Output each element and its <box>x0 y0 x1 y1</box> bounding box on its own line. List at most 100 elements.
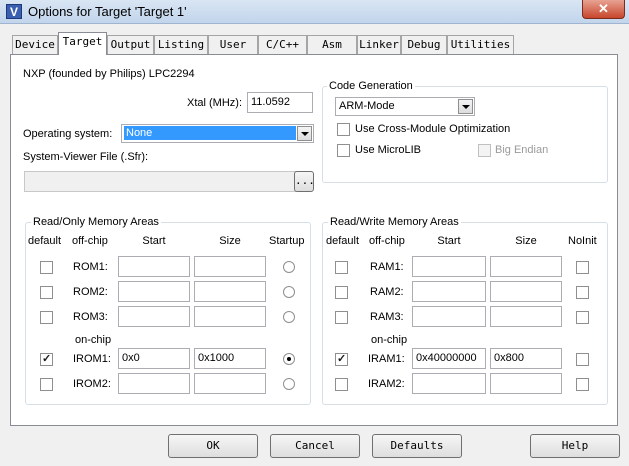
rom1-start-input[interactable] <box>118 256 190 277</box>
irom2-size-input[interactable] <box>194 373 266 394</box>
irom2-startup-radio[interactable] <box>283 378 295 390</box>
irom2-default-checkbox[interactable] <box>40 378 53 391</box>
tab-utilities[interactable]: Utilities <box>447 35 514 54</box>
big-endian-checkbox <box>478 144 491 157</box>
rom2-start-input[interactable] <box>118 281 190 302</box>
chevron-down-icon[interactable] <box>297 126 312 141</box>
rom-header-default: default <box>28 235 62 247</box>
ram3-label: RAM3: <box>370 311 404 323</box>
rom1-default-checkbox[interactable] <box>40 261 53 274</box>
sysviewer-input[interactable] <box>24 171 296 192</box>
ram1-default-checkbox[interactable] <box>335 261 348 274</box>
irom2-label: IROM2: <box>73 378 111 390</box>
target-panel: NXP (founded by Philips) LPC2294 Xtal (M… <box>10 54 618 426</box>
iram2-default-checkbox[interactable] <box>335 378 348 391</box>
rom2-default-checkbox[interactable] <box>40 286 53 299</box>
os-select-value: None <box>124 126 296 140</box>
rom-header-size: Size <box>219 235 241 247</box>
iram2-label: IRAM2: <box>368 378 405 390</box>
irom1-startup-radio[interactable] <box>283 353 295 365</box>
tab-listing[interactable]: Listing <box>154 35 208 54</box>
ram1-noinit-checkbox[interactable] <box>576 261 589 274</box>
irom1-size-input[interactable]: 0x1000 <box>194 348 266 369</box>
close-button[interactable]: ✕ <box>582 0 625 19</box>
tab-asm[interactable]: Asm <box>307 35 357 54</box>
os-label: Operating system: <box>23 128 113 140</box>
help-button[interactable]: Help <box>530 434 620 458</box>
iram2-start-input[interactable] <box>412 373 486 394</box>
iram1-label: IRAM1: <box>368 353 405 365</box>
cross-module-label[interactable]: Use Cross-Module Optimization <box>355 123 510 135</box>
rom3-start-input[interactable] <box>118 306 190 327</box>
ram-header-default: default <box>326 235 360 247</box>
cross-module-checkbox[interactable] <box>337 123 350 136</box>
code-generation-title: Code Generation <box>327 80 415 92</box>
iram1-start-input[interactable]: 0x40000000 <box>412 348 486 369</box>
ram-header-offchip: off-chip <box>369 235 405 247</box>
sysviewer-label: System-Viewer File (.Sfr): <box>23 151 149 163</box>
tab-device[interactable]: Device <box>12 35 58 54</box>
tab-target[interactable]: Target <box>58 32 107 55</box>
ram-header-start: Start <box>437 235 461 247</box>
ram3-noinit-checkbox[interactable] <box>576 311 589 324</box>
irom1-label: IROM1: <box>73 353 111 365</box>
microlib-checkbox[interactable] <box>337 144 350 157</box>
window-title: Options for Target 'Target 1' <box>28 4 187 19</box>
ram-onchip-label: on-chip <box>371 334 408 346</box>
ram-header-size: Size <box>515 235 537 247</box>
ram2-noinit-checkbox[interactable] <box>576 286 589 299</box>
iram1-default-checkbox[interactable] <box>335 352 348 366</box>
tab-cpp[interactable]: C/C++ <box>258 35 307 54</box>
os-select[interactable]: None <box>121 124 314 143</box>
ram2-size-input[interactable] <box>490 281 562 302</box>
defaults-button[interactable]: Defaults <box>372 434 462 458</box>
device-name: NXP (founded by Philips) LPC2294 <box>23 68 195 80</box>
code-mode-value: ARM-Mode <box>339 100 395 112</box>
code-mode-select[interactable]: ARM-Mode <box>335 97 475 116</box>
chevron-down-icon[interactable] <box>458 99 473 114</box>
rom3-startup-radio[interactable] <box>283 311 295 323</box>
irom1-start-input[interactable]: 0x0 <box>118 348 190 369</box>
tab-debug[interactable]: Debug <box>401 35 447 54</box>
ram-group-title: Read/Write Memory Areas <box>328 216 461 228</box>
rom1-size-input[interactable] <box>194 256 266 277</box>
ram2-start-input[interactable] <box>412 281 486 302</box>
cancel-button[interactable]: Cancel <box>270 434 360 458</box>
tab-linker[interactable]: Linker <box>357 35 401 54</box>
rom2-label: ROM2: <box>73 286 108 298</box>
ok-button[interactable]: OK <box>168 434 258 458</box>
rom-header-startup: Startup <box>269 235 305 247</box>
iram1-noinit-checkbox[interactable] <box>576 353 589 366</box>
ram1-size-input[interactable] <box>490 256 562 277</box>
rom-header-offchip: off-chip <box>72 235 108 247</box>
rom1-label: ROM1: <box>73 261 108 273</box>
ram3-default-checkbox[interactable] <box>335 311 348 324</box>
rom3-label: ROM3: <box>73 311 108 323</box>
keil-app-icon: V <box>6 4 22 19</box>
rom1-startup-radio[interactable] <box>283 261 295 273</box>
ram1-start-input[interactable] <box>412 256 486 277</box>
sysviewer-browse-button[interactable]: ... <box>294 171 315 192</box>
ram1-label: RAM1: <box>370 261 404 273</box>
ram3-size-input[interactable] <box>490 306 562 327</box>
rom2-startup-radio[interactable] <box>283 286 295 298</box>
microlib-label[interactable]: Use MicroLIB <box>355 144 421 156</box>
rom2-size-input[interactable] <box>194 281 266 302</box>
iram2-noinit-checkbox[interactable] <box>576 378 589 391</box>
ram3-start-input[interactable] <box>412 306 486 327</box>
irom1-default-checkbox[interactable] <box>40 352 53 366</box>
xtal-input[interactable]: 11.0592 <box>247 92 313 113</box>
ram-header-noinit: NoInit <box>568 235 597 247</box>
ram2-default-checkbox[interactable] <box>335 286 348 299</box>
rom-onchip-label: on-chip <box>75 334 112 346</box>
big-endian-label: Big Endian <box>495 144 549 156</box>
xtal-label: Xtal (MHz): <box>187 97 242 109</box>
rom3-default-checkbox[interactable] <box>40 311 53 324</box>
tab-output[interactable]: Output <box>107 35 154 54</box>
tab-user[interactable]: User <box>208 35 258 54</box>
iram1-size-input[interactable]: 0x800 <box>490 348 562 369</box>
ram2-label: RAM2: <box>370 286 404 298</box>
irom2-start-input[interactable] <box>118 373 190 394</box>
rom3-size-input[interactable] <box>194 306 266 327</box>
iram2-size-input[interactable] <box>490 373 562 394</box>
